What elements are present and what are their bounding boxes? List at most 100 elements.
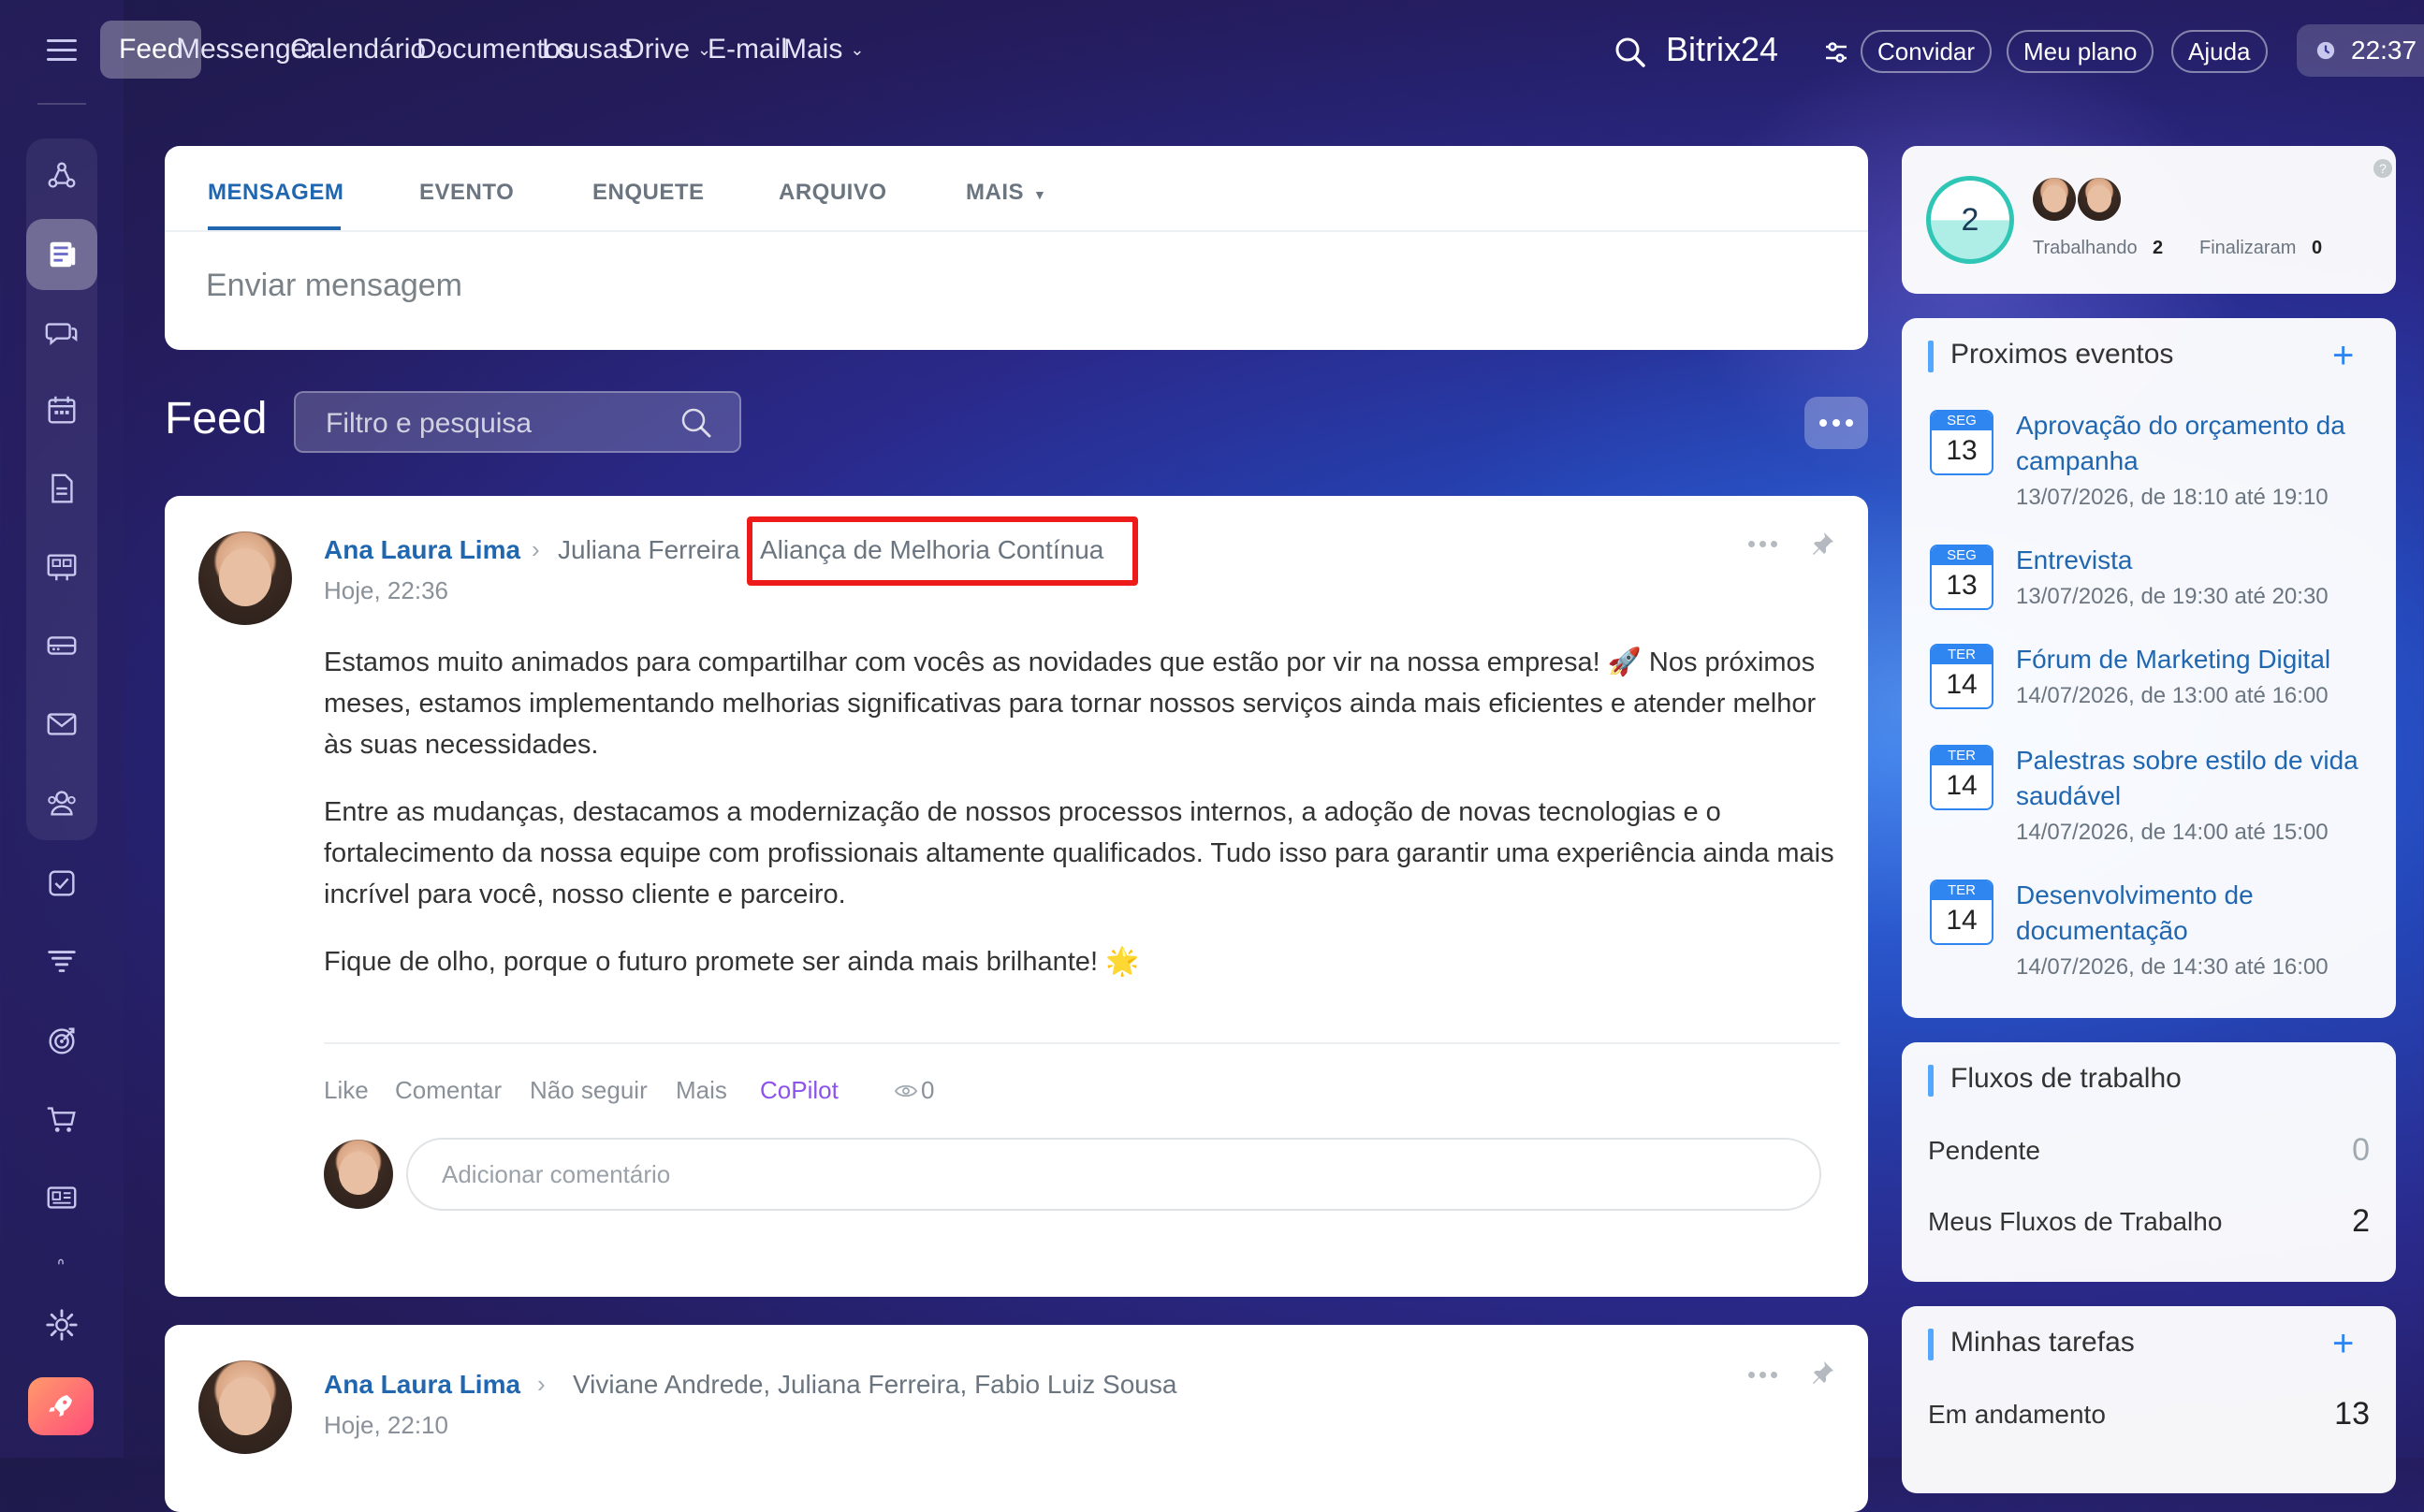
post-author[interactable]: Ana Laura Lima <box>324 535 520 565</box>
sidebar-item-boards[interactable] <box>26 531 97 603</box>
pending-label[interactable]: Pendente <box>1928 1136 2040 1166</box>
comment-button[interactable]: Comentar <box>395 1076 502 1105</box>
sidebar-item-collab[interactable] <box>26 140 97 211</box>
section-accent <box>1928 1065 1934 1097</box>
event-title[interactable]: Aprovação do orçamento da campanha <box>2016 408 2381 479</box>
section-accent <box>1928 1329 1934 1360</box>
avatar[interactable] <box>2078 178 2121 221</box>
sliders-icon[interactable] <box>1823 39 1849 65</box>
more-button[interactable]: Mais <box>676 1076 727 1105</box>
worktime-clock-button[interactable]: 22:37 <box>2297 24 2424 77</box>
active-tab-indicator <box>208 226 341 230</box>
event-day: 14 <box>1946 905 1978 936</box>
feed-post: Ana Laura Lima › Viviane Andrede, Julian… <box>165 1325 1868 1512</box>
pin-icon[interactable] <box>1808 530 1836 558</box>
event-time: 13/07/2026, de 18:10 até 19:10 <box>2016 485 2329 510</box>
event-title[interactable]: Desenvolvimento de documentação <box>2016 878 2381 949</box>
tab-message[interactable]: MENSAGEM <box>208 180 343 206</box>
calendar-icon <box>48 396 76 424</box>
chat-icon <box>45 323 78 345</box>
sidebar-item-feed[interactable] <box>26 219 97 290</box>
nav-more[interactable]: Mais ⌄ <box>783 21 864 79</box>
avatar[interactable] <box>2033 178 2076 221</box>
users-icon <box>48 791 76 816</box>
search-icon[interactable] <box>1614 36 1647 69</box>
invite-button[interactable]: Convidar <box>1861 30 1993 73</box>
sidebar-item-marketing[interactable] <box>26 1005 97 1076</box>
nav-calendar-label: Calendário <box>290 34 427 65</box>
add-event-button[interactable]: + <box>2332 337 2354 374</box>
help-icon[interactable]: ? <box>2373 159 2392 178</box>
sidebar-item-groups[interactable] <box>26 767 97 838</box>
tab-more[interactable]: MAIS ▼ <box>966 180 1046 206</box>
avatar[interactable] <box>198 1360 292 1454</box>
sidebar-item-settings[interactable] <box>26 1289 97 1360</box>
post-menu-button[interactable] <box>1748 1372 1777 1378</box>
copilot-button[interactable]: CoPilot <box>760 1076 839 1105</box>
events-title: Proximos eventos <box>1950 339 2174 370</box>
my-workflows-count[interactable]: 2 <box>2352 1203 2370 1240</box>
tab-poll[interactable]: ENQUETE <box>592 180 705 206</box>
help-button[interactable]: Ajuda <box>2171 30 2268 73</box>
tab-file[interactable]: ARQUIVO <box>779 180 887 206</box>
event-date-icon: TER 14 <box>1930 880 1993 945</box>
pending-count[interactable]: 0 <box>2352 1132 2370 1169</box>
target-icon <box>49 1027 75 1054</box>
sidebar-item-messenger[interactable] <box>26 298 97 369</box>
tab-event[interactable]: EVENTO <box>419 180 514 206</box>
my-workflows-label[interactable]: Meus Fluxos de Trabalho <box>1928 1207 2222 1237</box>
event-dow: SEG <box>1932 546 1992 565</box>
post-time[interactable]: Hoje, 22:36 <box>324 576 448 605</box>
nav-boards[interactable]: Lousas <box>542 21 633 79</box>
avatar <box>324 1140 393 1209</box>
working-count-ring[interactable]: 2 <box>1926 176 2014 264</box>
feed-search-input[interactable]: Filtro e pesquisa <box>294 391 741 453</box>
like-button[interactable]: Like <box>324 1076 369 1105</box>
brand-logo[interactable]: Bitrix24 <box>1666 30 1778 69</box>
my-tasks-widget: Minhas tarefas + Em andamento 13 <box>1902 1306 2396 1493</box>
post-recipients[interactable]: Viviane Andrede, Juliana Ferreira, Fabio… <box>573 1370 1176 1400</box>
post-menu-button[interactable] <box>1748 541 1777 547</box>
event-title[interactable]: Entrevista <box>2016 543 2381 578</box>
event-title[interactable]: Fórum de Marketing Digital <box>2016 642 2381 677</box>
event-date-icon: SEG 13 <box>1930 545 1993 610</box>
worktime-widget: 2 ? Trabalhando 2 Finalizaram 0 <box>1902 146 2396 294</box>
in-progress-count[interactable]: 13 <box>2334 1396 2370 1432</box>
sidebar-item-calendar[interactable] <box>26 374 97 445</box>
sidebar-item-shop[interactable] <box>26 1083 97 1155</box>
gear-icon <box>46 1309 78 1341</box>
sidebar-item-mail[interactable] <box>26 689 97 760</box>
sidebar-divider <box>37 103 86 105</box>
nav-email[interactable]: E-mail <box>708 21 787 79</box>
my-plan-button[interactable]: Meu plano <box>2007 30 2154 73</box>
feed-more-button[interactable] <box>1804 397 1868 449</box>
post-paragraph: Fique de olho, porque o futuro promete s… <box>324 947 1140 977</box>
post-recipient[interactable]: Juliana Ferreira <box>558 535 740 565</box>
sidebar-item-drive[interactable] <box>26 610 97 681</box>
sidebar-item-sites[interactable] <box>26 1162 97 1233</box>
finished-value: 0 <box>2312 238 2323 258</box>
event-day: 14 <box>1946 770 1978 801</box>
event-dow: TER <box>1932 747 1992 765</box>
nav-drive[interactable]: Drive ⌄ <box>624 21 711 79</box>
event-time: 14/07/2026, de 14:00 até 15:00 <box>2016 820 2329 845</box>
menu-icon[interactable] <box>47 39 77 62</box>
message-input[interactable]: Enviar mensagem <box>206 268 462 304</box>
event-title[interactable]: Palestras sobre estilo de vida saudável <box>2016 743 2381 814</box>
post-time[interactable]: Hoje, 22:10 <box>324 1411 448 1440</box>
sidebar-item-documents[interactable] <box>26 453 97 524</box>
add-task-button[interactable]: + <box>2332 1325 2354 1362</box>
sidebar-upgrade-button[interactable] <box>28 1377 94 1435</box>
views-count: 0 <box>921 1076 935 1104</box>
composer-tabs: MENSAGEM EVENTO ENQUETE ARQUIVO MAIS ▼ <box>165 146 1868 232</box>
in-progress-label[interactable]: Em andamento <box>1928 1400 2106 1430</box>
sidebar-item-crm[interactable] <box>26 926 97 997</box>
clock-time: 22:37 <box>2351 36 2417 65</box>
unfollow-button[interactable]: Não seguir <box>530 1076 648 1105</box>
sidebar-item-tasks[interactable] <box>26 848 97 919</box>
pin-icon[interactable] <box>1808 1359 1836 1387</box>
comment-input[interactable]: Adicionar comentário <box>406 1138 1821 1211</box>
top-navigation: Feed Messenger Calendário ⌄ Documentos Lo… <box>100 0 2424 103</box>
avatar[interactable] <box>198 531 292 625</box>
post-author[interactable]: Ana Laura Lima <box>324 1370 520 1400</box>
